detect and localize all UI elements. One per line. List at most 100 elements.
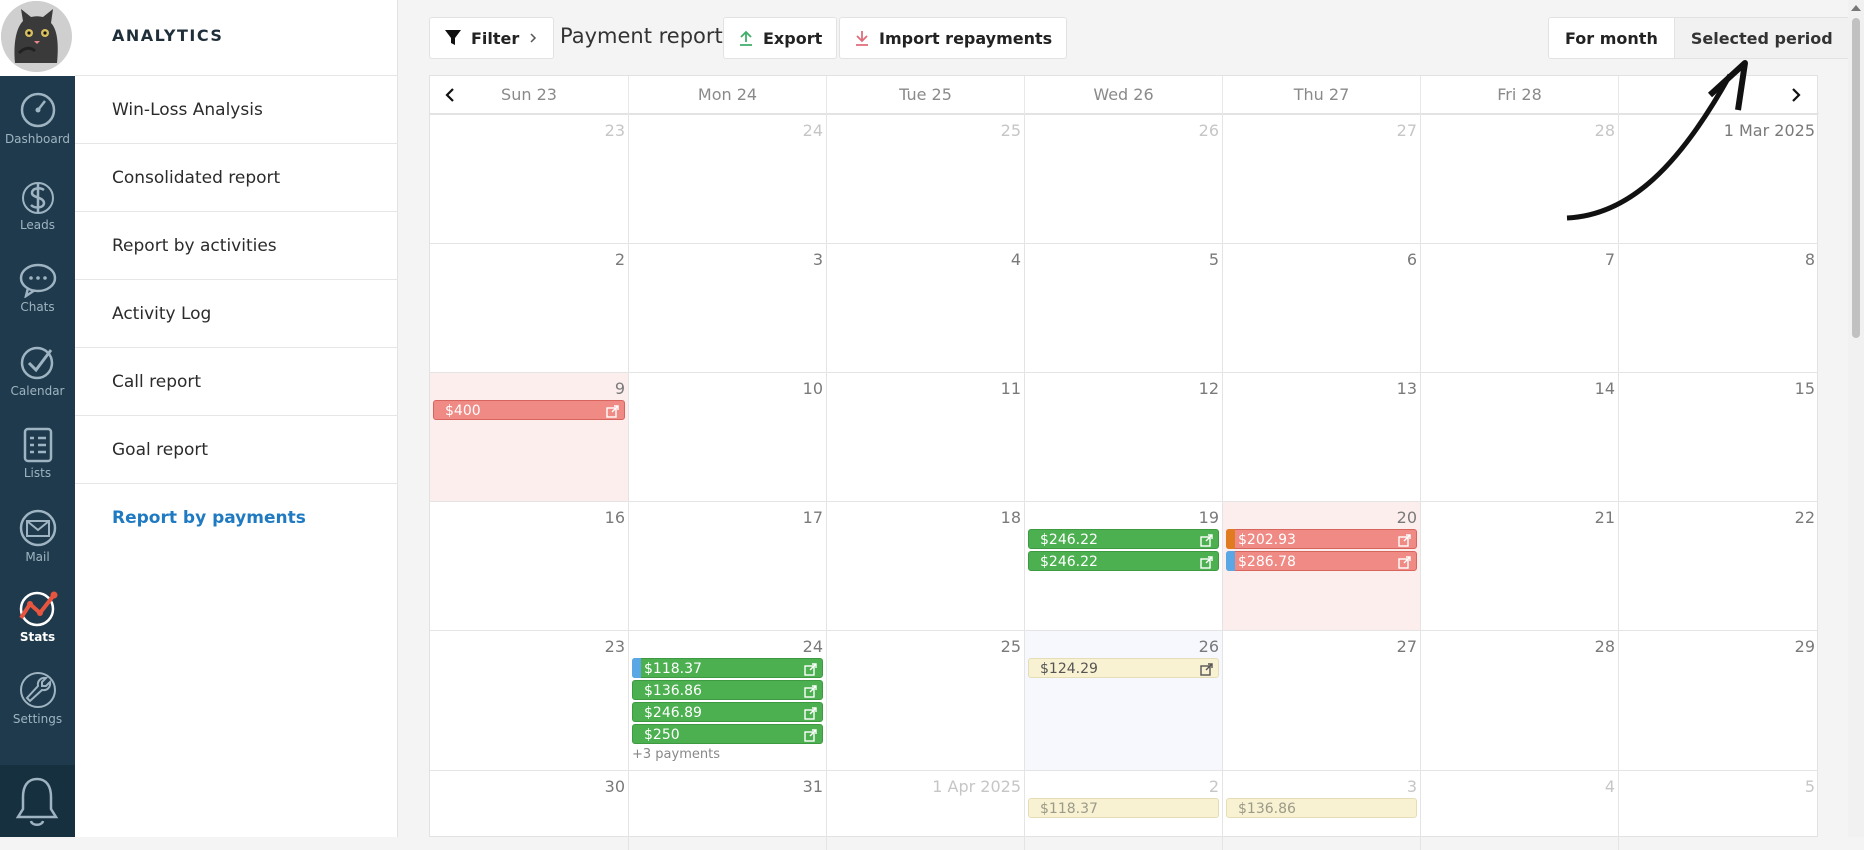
open-payment-link[interactable] [606,404,619,424]
list-icon [23,427,52,463]
menu-item-goal-report[interactable]: Goal report [75,415,398,483]
open-payment-link[interactable] [804,728,817,748]
calendar-day-cell[interactable]: 3 $136.86 [1222,770,1420,850]
rail-item-stats[interactable]: Stats [0,588,75,668]
calendar-day-cell[interactable]: 5 [1618,770,1818,850]
menu-item-activities[interactable]: Report by activities [75,211,398,279]
export-button[interactable]: Export [723,17,838,59]
vertical-scrollbar[interactable] [1848,0,1864,837]
payment-event[interactable]: $136.86 [1226,798,1417,818]
calendar-day-cell[interactable]: 3 [628,243,826,372]
calendar-day-cell[interactable]: 11 [826,372,1024,501]
menu-item-call-report[interactable]: Call report [75,347,398,415]
payment-event[interactable]: $400 [433,400,625,420]
avatar[interactable] [1,1,72,72]
calendar-day-cell[interactable]: 25 [826,114,1024,243]
filter-label: Filter [471,28,520,48]
payment-event[interactable]: $246.22 [1028,551,1219,571]
open-payment-link[interactable] [804,706,817,726]
payment-event[interactable]: $286.78 [1226,551,1417,571]
menu-item-payments[interactable]: Report by payments [75,483,398,551]
calendar-day-cell[interactable]: 4 [1420,770,1618,850]
scrollbar-thumb[interactable] [1852,18,1860,338]
selected-period-tab[interactable]: Selected period [1673,18,1849,58]
payment-event[interactable]: $118.37 [632,658,823,678]
calendar-day-cell[interactable]: 20 $202.93 $286.78 [1222,501,1420,630]
calendar-day-cell[interactable]: 9 $400 [430,372,628,501]
external-link-icon [1200,556,1213,569]
calendar-day-cell[interactable]: 28 [1420,630,1618,770]
menu-item-label: Goal report [112,440,209,460]
day-number: 4 [1604,777,1615,796]
day-number: 12 [1198,379,1219,398]
scroll-up-icon [1851,5,1861,11]
calendar-day-cell[interactable]: 30 [430,770,628,850]
open-payment-link[interactable] [1398,555,1411,575]
calendar-day-cell[interactable]: 1 Apr 2025 [826,770,1024,850]
calendar-day-cell[interactable]: 15 [1618,372,1818,501]
calendar-day-cell[interactable]: 14 [1420,372,1618,501]
payment-event[interactable]: $118.37 [1028,798,1219,818]
open-payment-link[interactable] [804,684,817,704]
rail-item-settings[interactable]: Settings [0,670,75,750]
calendar-day-cell[interactable]: 13 [1222,372,1420,501]
payment-event[interactable]: $124.29 [1028,658,1219,678]
calendar-day-cell[interactable]: 27 [1222,630,1420,770]
calendar-day-cell[interactable]: 25 [826,630,1024,770]
open-payment-link[interactable] [1200,662,1213,682]
day-number: 14 [1594,379,1615,398]
rail-item-leads[interactable]: Leads [0,176,75,256]
payment-event[interactable]: $136.86 [632,680,823,700]
rail-item-calendar[interactable]: Calendar [0,342,75,422]
calendar-day-cell[interactable]: 8 [1618,243,1818,372]
calendar-day-cell[interactable]: 24 [628,114,826,243]
open-payment-link[interactable] [1398,533,1411,553]
calendar-day-cell[interactable]: 24 $118.37 $136.86 $246.89 $250 +3 payments [628,630,826,770]
calendar-day-cell[interactable]: 27 [1222,114,1420,243]
rail-item-dashboard[interactable]: Dashboard [0,90,75,170]
for-month-tab[interactable]: For month [1549,18,1674,58]
calendar-day-cell[interactable]: 2 $118.37 [1024,770,1222,850]
calendar-day-cell[interactable]: 17 [628,501,826,630]
day-number: 3 [1406,777,1417,796]
menu-item-activity-log[interactable]: Activity Log [75,279,398,347]
more-payments-link[interactable]: +3 payments [632,747,720,762]
next-week-button[interactable] [1781,76,1811,114]
rail-item-lists[interactable]: Lists [0,424,75,504]
calendar-day-cell[interactable]: 23 [430,630,628,770]
notifications-button[interactable] [0,765,75,837]
rail-item-chats[interactable]: Chats [0,262,75,342]
payment-event[interactable]: $202.93 [1226,529,1417,549]
calendar-day-cell[interactable]: 21 [1420,501,1618,630]
calendar-day-cell[interactable]: 2 [430,243,628,372]
calendar-day-cell[interactable]: 4 [826,243,1024,372]
app-rail: Dashboard Leads Chats Calendar Lists Mai… [0,0,75,837]
menu-item-win-loss[interactable]: Win-Loss Analysis [75,75,398,143]
payment-event[interactable]: $246.89 [632,702,823,722]
calendar-day-cell[interactable]: 18 [826,501,1024,630]
calendar-day-cell[interactable]: 31 [628,770,826,850]
prev-week-button[interactable] [435,76,465,114]
open-payment-link[interactable] [1200,533,1213,553]
calendar-day-cell[interactable]: 26 [1024,114,1222,243]
calendar-day-cell[interactable]: 29 [1618,630,1818,770]
calendar-day-cell[interactable]: 26 $124.29 [1024,630,1222,770]
calendar-day-cell[interactable]: 6 [1222,243,1420,372]
calendar-day-cell[interactable]: 16 [430,501,628,630]
calendar-day-cell[interactable]: 7 [1420,243,1618,372]
payment-event[interactable]: $250 [632,724,823,744]
calendar-day-cell[interactable]: 12 [1024,372,1222,501]
calendar-day-cell[interactable]: 10 [628,372,826,501]
calendar-day-cell[interactable]: 22 [1618,501,1818,630]
import-repayments-button[interactable]: Import repayments [839,17,1068,59]
menu-item-consolidated[interactable]: Consolidated report [75,143,398,211]
calendar-day-cell[interactable]: 23 [430,114,628,243]
open-payment-link[interactable] [1200,555,1213,575]
payment-event[interactable]: $246.22 [1028,529,1219,549]
day-number: 26 [1198,121,1219,140]
open-payment-link[interactable] [804,662,817,682]
calendar-day-cell[interactable]: 19 $246.22 $246.22 [1024,501,1222,630]
filter-button[interactable]: Filter [429,17,555,59]
rail-item-mail[interactable]: Mail [0,508,75,588]
calendar-day-cell[interactable]: 5 [1024,243,1222,372]
